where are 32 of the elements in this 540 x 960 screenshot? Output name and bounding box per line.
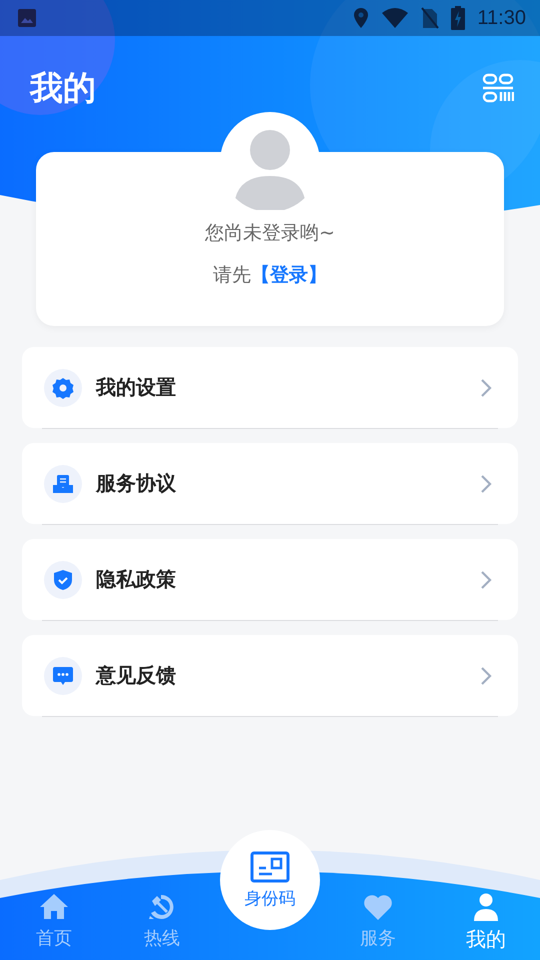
page-title: 我的 [30, 66, 96, 108]
shield-icon [44, 560, 82, 598]
nav-tab[interactable]: 首页 [0, 888, 108, 960]
status-time: 11:30 [477, 6, 526, 30]
chevron-right-icon [480, 474, 492, 494]
person-icon [234, 130, 306, 210]
menu-item[interactable]: 服务协议 [22, 443, 518, 524]
home-icon [39, 892, 69, 922]
battery-charging-icon [451, 6, 466, 30]
menu-item[interactable]: 隐私政策 [22, 539, 518, 620]
chevron-right-icon [480, 666, 492, 686]
image-icon [16, 7, 38, 29]
heart-icon [363, 892, 393, 922]
nav-tab[interactable]: 热线 [108, 888, 216, 960]
id-card-icon [250, 850, 290, 882]
nav-tab[interactable]: 我的 [432, 888, 540, 960]
wifi-icon [381, 7, 410, 29]
chat-icon [44, 656, 82, 694]
person-icon [471, 892, 501, 922]
scan-icon [482, 72, 514, 104]
location-icon [353, 7, 370, 29]
login-link[interactable]: 【登录】 [251, 262, 327, 288]
login-status-text: 您尚未登录哟~ [205, 221, 335, 246]
login-prompt-text: 请先 [213, 263, 251, 288]
no-sim-icon [421, 7, 440, 29]
tray-icon [44, 464, 82, 502]
scan-button[interactable] [482, 72, 514, 104]
menu-item[interactable]: 意见反馈 [22, 635, 518, 716]
menu-item[interactable]: 我的设置 [22, 347, 518, 428]
chevron-right-icon [480, 570, 492, 590]
chevron-right-icon [480, 378, 492, 398]
settings-icon [44, 368, 82, 406]
